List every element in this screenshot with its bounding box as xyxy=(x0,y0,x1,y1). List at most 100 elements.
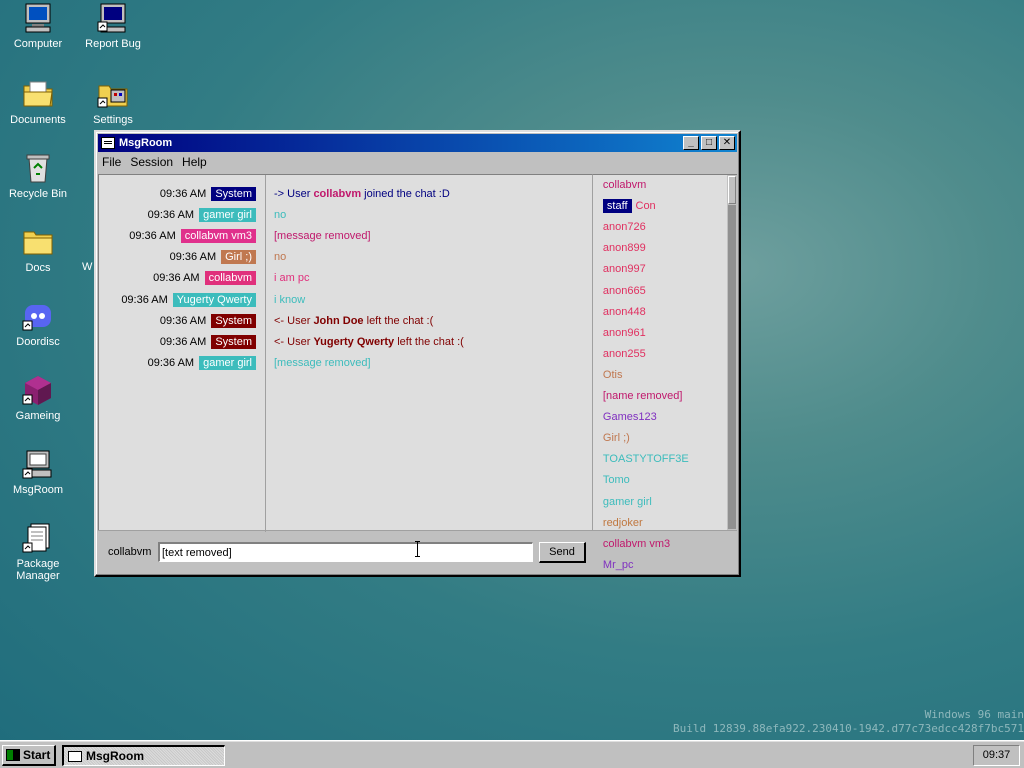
menu-file[interactable]: File xyxy=(102,155,121,169)
message-text-suffix: joined the chat :D xyxy=(361,188,450,200)
message-timestamp: 09:36 AM xyxy=(169,251,217,264)
minimize-button[interactable]: _ xyxy=(683,136,699,150)
user-name: anon899 xyxy=(602,242,646,255)
msgroom-window: MsgRoom _ □ ✕ File Session Help 09:36 AM… xyxy=(94,130,741,577)
message-text: i am pc xyxy=(274,272,310,285)
message-meta: 09:36 AM System xyxy=(160,313,256,328)
user-list-item[interactable]: anon665 xyxy=(603,285,646,297)
recycle-bin-icon xyxy=(22,152,54,184)
clock: 09:37 xyxy=(973,745,1020,766)
user-list-item[interactable]: Games123 xyxy=(603,411,657,423)
close-button[interactable]: ✕ xyxy=(719,136,735,150)
settings-folder-icon xyxy=(97,78,129,110)
build-watermark: Windows 96 main Build 12839.88efa922.230… xyxy=(673,708,1024,736)
partially-hidden-icon-label: W xyxy=(82,261,93,273)
scrollbar-track[interactable] xyxy=(728,205,736,529)
user-name: collabvm xyxy=(602,179,647,191)
message-row: 09:36 AM collabvm vm3 [message removed] xyxy=(99,229,594,245)
desktop-icon-report-bug[interactable]: Report Bug xyxy=(75,2,151,50)
message-text: no xyxy=(274,251,287,264)
start-label: Start xyxy=(23,748,51,762)
user-list-item[interactable]: anon961 xyxy=(603,327,646,339)
message-nick-badge[interactable]: Girl ;) xyxy=(221,250,256,265)
message-timestamp: 09:36 AM xyxy=(147,209,195,222)
watermark-line-2: Build 12839.88efa922.230410-1942.d77c73e… xyxy=(673,722,1024,735)
desktop-icon-label: Documents xyxy=(10,114,66,126)
text-cursor xyxy=(415,541,420,557)
message-timestamp: 09:36 AM xyxy=(129,230,176,243)
send-button[interactable]: Send xyxy=(539,541,586,563)
message-nick-badge[interactable]: System xyxy=(211,334,256,349)
message-nick-badge[interactable]: collabvm vm3 xyxy=(180,229,256,244)
user-list-item[interactable]: [name removed] xyxy=(603,390,682,402)
message-nick-badge[interactable]: gamer girl xyxy=(199,355,256,370)
message-meta: 09:36 AM collabvm vm3 xyxy=(129,229,256,244)
scrollbar-thumb[interactable] xyxy=(728,176,736,204)
message-list: 09:36 AM System -> User collabvm joined th… xyxy=(98,174,594,532)
desktop-icon-settings[interactable]: Settings xyxy=(75,78,151,126)
user-name: Tomo xyxy=(602,474,630,487)
desktop-icon-msgroom[interactable]: MsgRoom xyxy=(0,448,76,496)
user-list-item[interactable]: Girl ;) xyxy=(603,432,630,444)
user-list-item[interactable]: anon726 xyxy=(603,221,646,233)
message-meta: 09:36 AM gamer girl xyxy=(147,208,256,223)
maximize-button[interactable]: □ xyxy=(701,136,717,150)
user-name: TOASTYTOFF3E xyxy=(602,453,689,466)
user-name: gamer girl xyxy=(602,495,652,508)
menubar: File Session Help xyxy=(96,152,739,172)
user-list-item[interactable]: anon899 xyxy=(603,242,646,254)
message-nick-badge[interactable]: System xyxy=(211,187,256,201)
doordisc-icon xyxy=(22,300,54,332)
user-list-item[interactable]: TOASTYTOFF3E xyxy=(603,453,689,465)
message-meta: 09:36 AM System xyxy=(160,187,256,201)
report-bug-icon xyxy=(97,2,129,34)
menu-help[interactable]: Help xyxy=(182,155,207,169)
user-list-scrollbar[interactable] xyxy=(727,175,737,530)
message-input[interactable] xyxy=(158,542,533,562)
message-nick-badge[interactable]: System xyxy=(211,313,256,328)
staff-badge: staff xyxy=(602,199,632,214)
message-text-prefix: -> User xyxy=(274,188,314,200)
message-row: 09:36 AM System <- User John Doe left the … xyxy=(99,313,594,330)
desktop-icon-recycle-bin[interactable]: Recycle Bin xyxy=(0,152,76,200)
desktop-icon-label: Computer xyxy=(13,38,63,50)
user-list-item[interactable]: anon997 xyxy=(603,263,646,275)
user-list-item[interactable]: staff Con xyxy=(602,199,656,214)
user-list-item[interactable]: gamer girl xyxy=(603,496,652,508)
user-list-item[interactable]: Otis xyxy=(603,369,623,381)
message-nick-badge[interactable]: collabvm xyxy=(204,271,256,286)
window-title: MsgRoom xyxy=(119,137,173,149)
message-row: 09:36 AM collabvm i am pc xyxy=(99,271,594,287)
user-list-item[interactable]: Tomo xyxy=(603,474,630,486)
message-row: 09:36 AM gamer girl [message removed] xyxy=(99,355,594,372)
user-name: anon997 xyxy=(602,263,646,276)
user-list-item[interactable]: anon255 xyxy=(603,348,646,360)
menu-session[interactable]: Session xyxy=(130,155,173,169)
message-timestamp: 09:36 AM xyxy=(153,272,200,285)
window-titlebar[interactable]: MsgRoom _ □ ✕ xyxy=(98,134,737,152)
message-meta: 09:36 AM collabvm xyxy=(153,271,256,286)
taskbar-msgroom-button[interactable]: MsgRoom xyxy=(62,745,225,766)
message-row: 09:36 AM Yugerty Qwerty i know xyxy=(99,292,594,309)
message-text: -> User collabvm joined the chat :D xyxy=(274,188,450,200)
start-logo-icon xyxy=(6,749,20,761)
user-name: anon448 xyxy=(602,305,646,318)
message-timestamp: 09:36 AM xyxy=(121,293,168,306)
user-list-item[interactable]: collabvm xyxy=(603,179,646,191)
desktop-icon-label: Package Manager xyxy=(16,558,60,582)
desktop-icon-gameing[interactable]: Gameing xyxy=(0,374,76,422)
docs-folder-icon xyxy=(22,226,54,258)
desktop-icon-documents[interactable]: Documents xyxy=(0,78,76,126)
desktop-icon-package-manager[interactable]: Package Manager xyxy=(0,522,76,582)
desktop-icon-docs[interactable]: Docs xyxy=(0,226,76,274)
desktop-icon-doordisc[interactable]: Doordisc xyxy=(0,300,76,348)
user-list-item[interactable]: anon448 xyxy=(603,306,646,318)
desktop-icon-computer[interactable]: Computer xyxy=(0,2,76,50)
user-list-item[interactable]: redjoker xyxy=(603,517,643,529)
watermark-line-1: Windows 96 main xyxy=(924,708,1024,721)
message-nick-badge[interactable]: gamer girl xyxy=(199,208,256,223)
start-button[interactable]: Start xyxy=(2,745,56,766)
message-text: [message removed] xyxy=(274,356,371,369)
message-text: i know xyxy=(274,293,306,306)
message-nick-badge[interactable]: Yugerty Qwerty xyxy=(172,292,256,307)
